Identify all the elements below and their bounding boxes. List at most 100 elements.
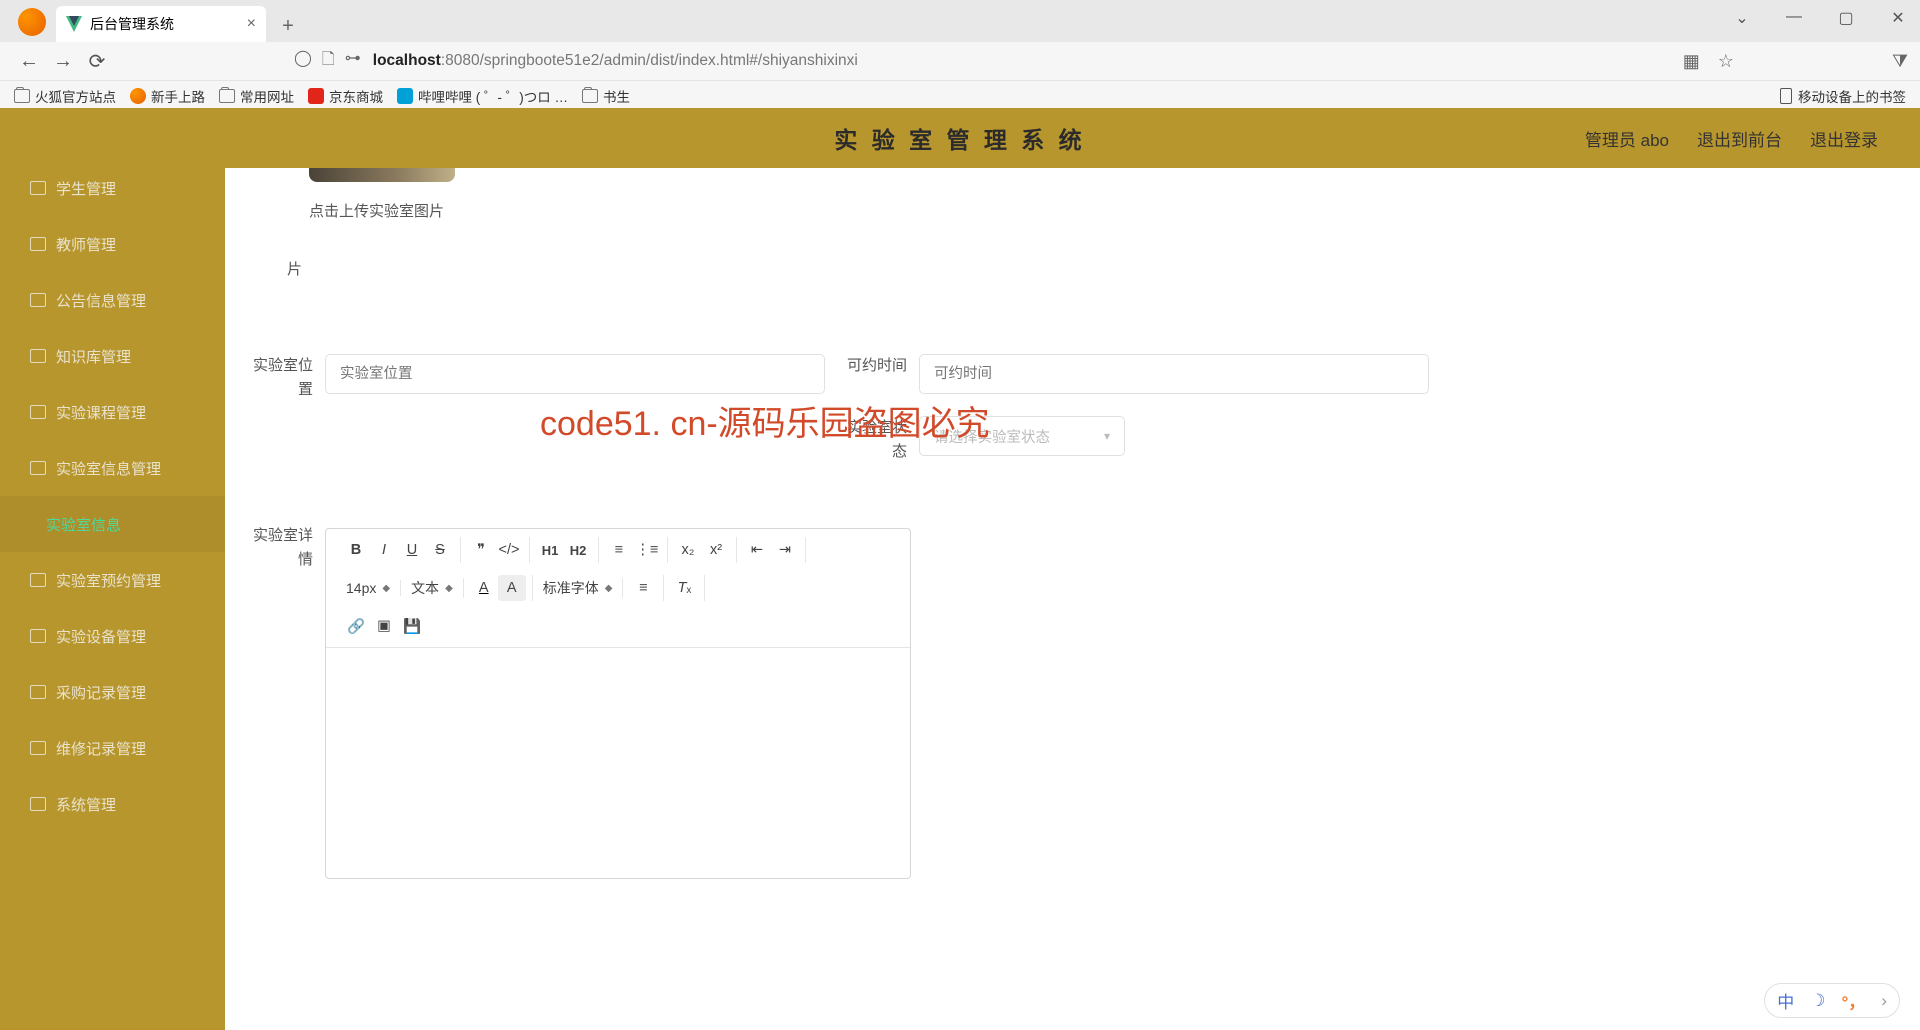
browser-chrome: 后台管理系统 × + ⌄ — ▢ ✕ ← → ⟳ ◯ 🗋 ⊶ localhost…	[0, 0, 1920, 108]
h1-button[interactable]: H1	[536, 537, 564, 563]
browser-tab[interactable]: 后台管理系统 ×	[56, 6, 266, 42]
upload-hint[interactable]: 点击上传实验室图片	[309, 200, 444, 221]
lab-location-label: 实验室位置	[245, 354, 313, 402]
sidebar-item-repair[interactable]: 维修记录管理	[0, 720, 225, 776]
sidebar-item-teacher[interactable]: 教师管理	[0, 216, 225, 272]
key-icon[interactable]: ⊶	[345, 48, 361, 75]
user-label[interactable]: 管理员 abo	[1585, 126, 1669, 151]
bg-color-button[interactable]: A	[498, 575, 526, 601]
doc-icon	[30, 293, 46, 307]
bookmark-item[interactable]: 新手上路	[130, 86, 205, 106]
quote-button[interactable]: ❞	[467, 537, 495, 563]
doc-icon	[30, 629, 46, 643]
lock-icon[interactable]: 🗋	[322, 48, 335, 75]
style-select[interactable]: 文本◆	[407, 578, 457, 598]
status-label: 实验室状态	[839, 416, 907, 464]
font-color-button[interactable]: A	[470, 575, 498, 601]
chevron-right-icon: ›	[1881, 991, 1887, 1011]
collapse-icon[interactable]: ⌄	[1728, 8, 1756, 28]
ul-button[interactable]: ⋮≡	[633, 537, 661, 563]
extension-icon[interactable]: ⧩	[1892, 51, 1908, 72]
sidebar-item-lab-info[interactable]: 实验室信息	[0, 496, 225, 552]
to-frontend-link[interactable]: 退出到前台	[1697, 126, 1782, 151]
strike-button[interactable]: S	[426, 537, 454, 563]
status-row: 实验室状态 请选择实验室状态 ▾	[839, 416, 1125, 464]
folder-icon	[582, 89, 598, 103]
link-button[interactable]: 🔗	[342, 613, 370, 639]
bookmark-bar: 火狐官方站点 新手上路 常用网址 京东商城 哔哩哔哩 ( ゜- ゜)つロ … 书…	[0, 80, 1920, 110]
indent-right-button[interactable]: ⇥	[771, 537, 799, 563]
doc-icon	[30, 237, 46, 251]
clear-format-button[interactable]: Tₓ	[670, 575, 698, 601]
code-button[interactable]: </>	[495, 537, 523, 563]
folder-icon	[14, 89, 30, 103]
time-label: 可约时间	[839, 354, 907, 378]
ime-indicator[interactable]: 中 ☽ °， ›	[1764, 983, 1900, 1018]
doc-icon	[30, 405, 46, 419]
sidebar-item-knowledge[interactable]: 知识库管理	[0, 328, 225, 384]
lab-location-input[interactable]	[325, 354, 825, 394]
align-button[interactable]: ≡	[629, 575, 657, 601]
save-button[interactable]: 💾	[398, 613, 426, 639]
bookmark-item[interactable]: 哔哩哔哩 ( ゜- ゜)つロ …	[397, 86, 568, 106]
superscript-button[interactable]: x²	[702, 537, 730, 563]
shield-icon[interactable]: ◯	[294, 48, 312, 75]
sidebar-item-notice[interactable]: 公告信息管理	[0, 272, 225, 328]
bookmark-item[interactable]: 常用网址	[219, 86, 294, 106]
bookmark-item[interactable]: 京东商城	[308, 86, 383, 106]
comma-icon: °，	[1842, 988, 1866, 1013]
upload-preview[interactable]	[309, 168, 455, 182]
sidebar-item-lab-reserve[interactable]: 实验室预约管理	[0, 552, 225, 608]
logout-link[interactable]: 退出登录	[1810, 126, 1878, 151]
jd-icon	[308, 88, 324, 104]
bookmark-item[interactable]: 火狐官方站点	[14, 86, 116, 106]
editor-body[interactable]	[326, 648, 910, 878]
indent-left-button[interactable]: ⇤	[743, 537, 771, 563]
sidebar-item-course[interactable]: 实验课程管理	[0, 384, 225, 440]
mobile-bookmarks[interactable]: 移动设备上的书签	[1780, 86, 1906, 106]
star-icon[interactable]: ☆	[1718, 51, 1734, 72]
detail-label: 实验室详情	[245, 524, 313, 572]
editor-toolbar: B I U S ❞ </> H1 H2 ≡ ⋮≡ x₂ x² ⇤	[326, 529, 910, 648]
address-bar: ← → ⟳ ◯ 🗋 ⊶ localhost:8080/springboote51…	[0, 42, 1920, 80]
vue-favicon	[66, 16, 82, 32]
font-family-select[interactable]: 标准字体◆	[539, 578, 617, 598]
tab-bar: 后台管理系统 × + ⌄ — ▢ ✕	[0, 0, 1920, 42]
sidebar-item-lab-info-mgmt[interactable]: 实验室信息管理	[0, 440, 225, 496]
sidebar-item-equipment[interactable]: 实验设备管理	[0, 608, 225, 664]
url-text[interactable]: localhost:8080/springboote51e2/admin/dis…	[373, 52, 858, 70]
tab-close-icon[interactable]: ×	[247, 15, 256, 33]
sidebar-item-purchase[interactable]: 采购记录管理	[0, 664, 225, 720]
new-tab-button[interactable]: +	[272, 10, 304, 42]
doc-icon	[30, 461, 46, 475]
ime-lang: 中	[1777, 988, 1794, 1013]
maximize-icon[interactable]: ▢	[1832, 8, 1860, 28]
bookmark-item[interactable]: 书生	[582, 86, 630, 106]
bold-button[interactable]: B	[342, 537, 370, 563]
forward-button[interactable]: →	[46, 50, 80, 73]
sidebar-item-student[interactable]: 学生管理	[0, 168, 225, 216]
status-select[interactable]: 请选择实验室状态 ▾	[919, 416, 1125, 456]
underline-button[interactable]: U	[398, 537, 426, 563]
sidebar-item-system[interactable]: 系统管理	[0, 776, 225, 832]
ol-button[interactable]: ≡	[605, 537, 633, 563]
tab-title: 后台管理系统	[90, 14, 174, 34]
italic-button[interactable]: I	[370, 537, 398, 563]
status-placeholder: 请选择实验室状态	[934, 426, 1050, 447]
time-input[interactable]	[919, 354, 1429, 394]
reload-button[interactable]: ⟳	[80, 49, 114, 74]
minimize-icon[interactable]: —	[1780, 8, 1808, 28]
lab-location-row: 实验室位置	[245, 354, 825, 402]
firefox-icon	[18, 8, 46, 36]
window-controls: ⌄ — ▢ ✕	[1728, 8, 1912, 28]
back-button[interactable]: ←	[12, 50, 46, 73]
doc-icon	[30, 797, 46, 811]
font-size-select[interactable]: 14px◆	[342, 580, 394, 596]
firefox-icon	[130, 88, 146, 104]
upload-hint-suffix: 片	[287, 258, 302, 279]
subscript-button[interactable]: x₂	[674, 537, 702, 563]
h2-button[interactable]: H2	[564, 537, 592, 563]
image-button[interactable]: ▣	[370, 613, 398, 639]
close-icon[interactable]: ✕	[1884, 8, 1912, 28]
qr-icon[interactable]: ▦	[1683, 51, 1700, 72]
